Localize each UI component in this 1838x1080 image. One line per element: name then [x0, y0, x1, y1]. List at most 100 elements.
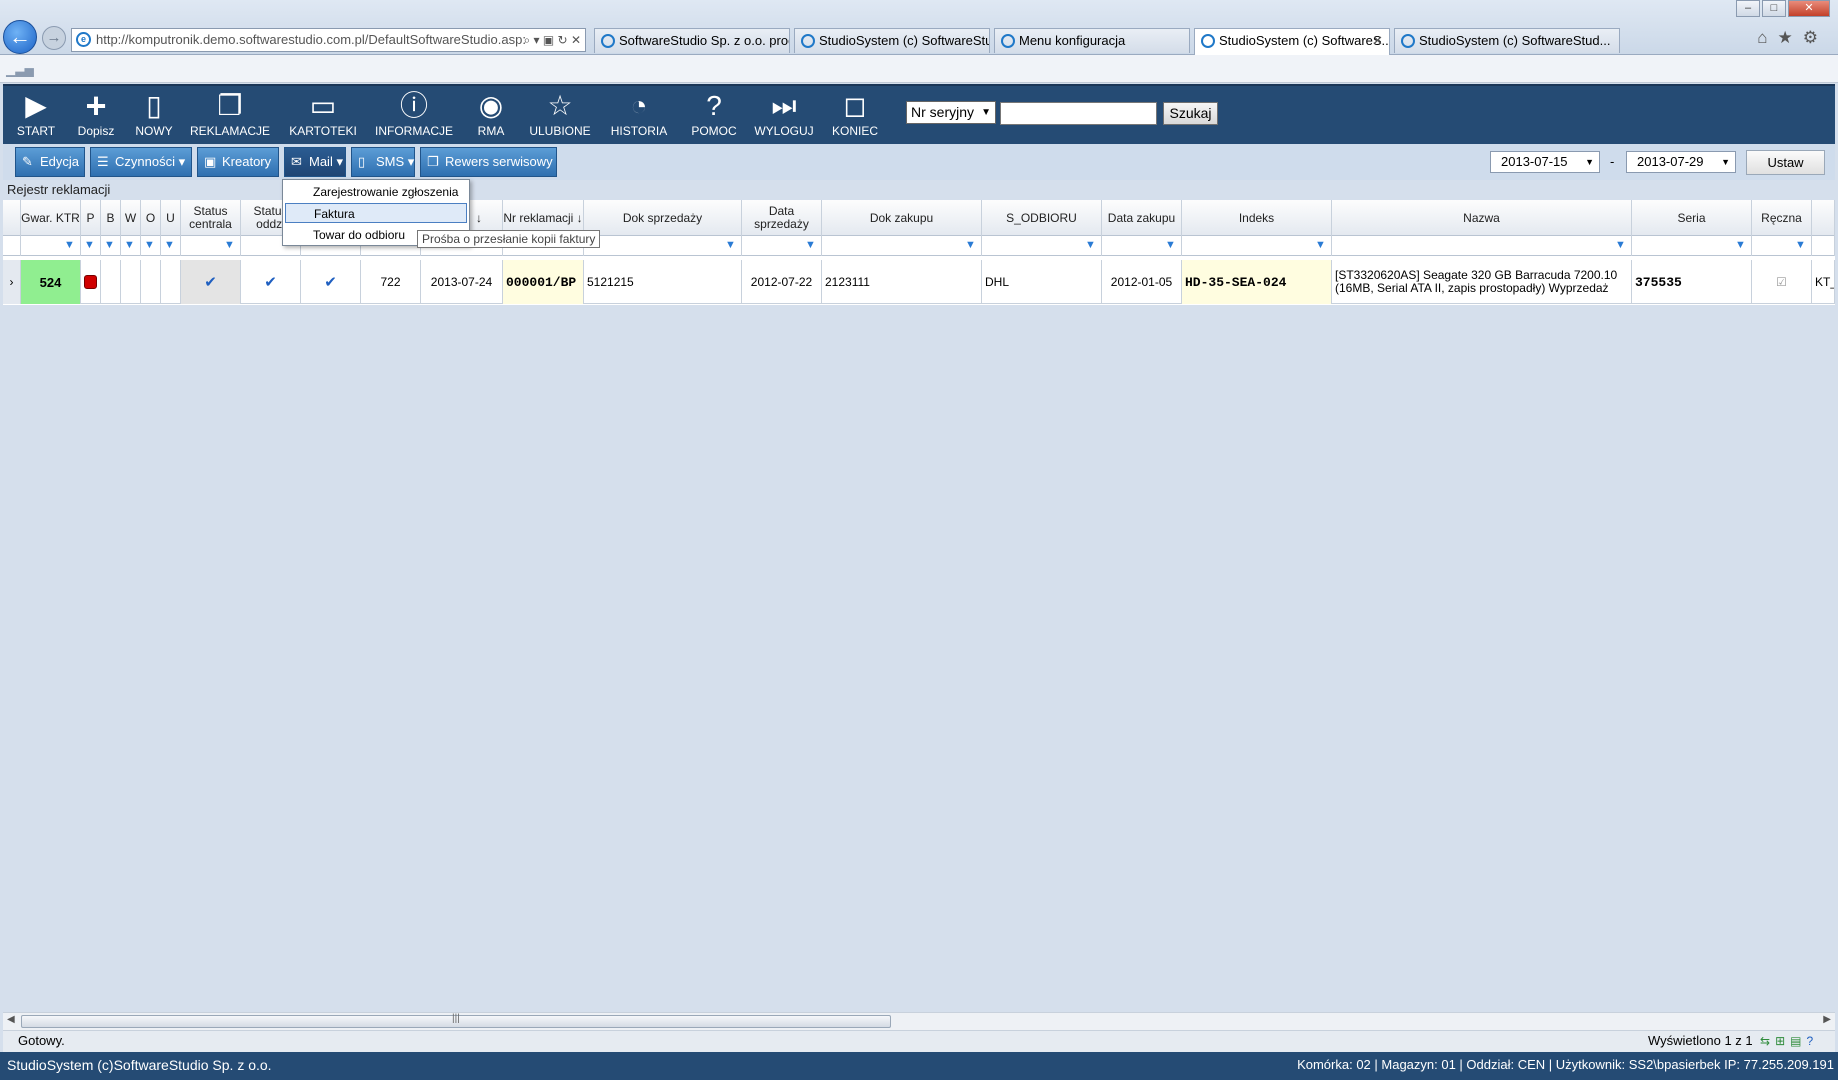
header-b[interactable]: B: [101, 200, 121, 236]
filter-icon[interactable]: ▼: [124, 240, 136, 251]
table-row[interactable]: › 524 ✔ ✔ ✔ 722 2013-07-24 000001/BP 512…: [3, 260, 1835, 304]
filter-icon[interactable]: ▼: [1735, 240, 1747, 251]
filter-icon[interactable]: ▼: [1165, 240, 1177, 251]
plus-icon: +: [85, 85, 107, 126]
back-button[interactable]: ←: [3, 20, 37, 54]
search-input[interactable]: [1000, 102, 1157, 125]
scrollbar-thumb[interactable]: |||: [21, 1013, 891, 1028]
start-button[interactable]: ▶ START: [11, 86, 61, 144]
reklamacje-button[interactable]: ❐ REKLAMACJE: [187, 86, 273, 144]
search-field-select[interactable]: Nr seryjny ▼: [906, 101, 996, 124]
ulubione-button[interactable]: ☆ ULUBIONE: [525, 86, 595, 144]
filter-icon[interactable]: ▼: [104, 240, 116, 251]
filter-icon[interactable]: ▼: [805, 240, 817, 251]
nowy-button[interactable]: ▯ NOWY: [129, 86, 179, 144]
filter-icon[interactable]: ▼: [725, 240, 737, 251]
date-to-select[interactable]: 2013-07-29 ▼: [1626, 151, 1736, 173]
address-bar[interactable]: e http://komputronik.demo.softwarestudio…: [71, 28, 586, 52]
edycja-button[interactable]: ✎ Edycja: [15, 147, 85, 177]
search-button[interactable]: Szukaj: [1163, 102, 1218, 125]
filter-icon[interactable]: ▼: [84, 240, 96, 251]
close-window-icon[interactable]: ✕: [1788, 0, 1830, 17]
header-cell[interactable]: [1812, 200, 1835, 236]
browser-tab[interactable]: StudioSystem (c) SoftwareStud...: [1394, 28, 1620, 53]
document-icon: ▯: [146, 90, 162, 121]
header-indeks[interactable]: Indeks: [1182, 200, 1332, 236]
header-gwar[interactable]: Gwar. KTR: [21, 200, 81, 236]
filter-icon[interactable]: ▼: [1795, 240, 1807, 251]
filter-icon[interactable]: ▼: [965, 240, 977, 251]
header-dok-zakupu[interactable]: Dok zakupu: [822, 200, 982, 236]
browser-tab[interactable]: Menu konfiguracja: [994, 28, 1190, 53]
refresh-icon[interactable]: ⇆: [1760, 1034, 1775, 1048]
header-status-centrala[interactable]: Status centrala: [181, 200, 241, 236]
rewers-serwisowy-button[interactable]: ❐ Rewers serwisowy: [420, 147, 557, 177]
filter-icon[interactable]: ▼: [1315, 240, 1327, 251]
filter-cell: ▼: [1632, 236, 1752, 256]
browser-tab-active[interactable]: StudioSystem (c) SoftwareS... ✕: [1194, 28, 1390, 55]
date-from-select[interactable]: 2013-07-15 ▼: [1490, 151, 1600, 173]
filter-icon[interactable]: ▼: [164, 240, 176, 251]
header-data-sprzedazy[interactable]: Data sprzedaży: [742, 200, 822, 236]
header-seria[interactable]: Seria: [1632, 200, 1752, 236]
header-s-odbioru[interactable]: S_ODBIORU: [982, 200, 1102, 236]
ie-icon: [1401, 34, 1415, 48]
cell-reczna-checkbox[interactable]: ☑: [1752, 260, 1812, 304]
kartoteki-button[interactable]: ▭ KARTOTEKI: [285, 86, 361, 144]
historia-button[interactable]: ◔ HISTORIA: [605, 86, 673, 144]
filter-icon[interactable]: ▼: [64, 240, 76, 251]
czynnosci-button[interactable]: ☰ Czynności ▾: [90, 147, 192, 177]
address-tools-icon[interactable]: ⌕ ▾ ▣ ↻ ✕: [523, 29, 581, 51]
header-dok-sprzedazy[interactable]: Dok sprzedaży: [584, 200, 742, 236]
header-reczna[interactable]: Ręczna: [1752, 200, 1812, 236]
play-icon: ▶: [25, 90, 47, 121]
export-icon[interactable]: ▤: [1790, 1034, 1806, 1048]
ustaw-button[interactable]: Ustaw: [1746, 150, 1825, 175]
settings-gear-icon[interactable]: ⚙: [1803, 28, 1828, 47]
koniec-button[interactable]: ◻ KONIEC: [826, 86, 884, 144]
menu-item-faktura[interactable]: Faktura: [285, 203, 467, 223]
minimize-icon[interactable]: –: [1736, 0, 1760, 17]
pomoc-button[interactable]: ? POMOC: [686, 86, 742, 144]
kreatory-button[interactable]: ▣ Kreatory: [197, 147, 279, 177]
favorites-star-icon[interactable]: ★: [1778, 28, 1803, 47]
ie-icon: [1001, 34, 1015, 48]
sms-button[interactable]: ▯ SMS ▾: [351, 147, 415, 177]
menu-item-zarejestrowanie[interactable]: Zarejestrowanie zgłoszenia: [285, 182, 467, 202]
mail-button[interactable]: ✉ Mail ▾: [284, 147, 346, 177]
dopisz-button[interactable]: + Dopisz: [69, 86, 123, 144]
forward-button[interactable]: →: [42, 26, 66, 50]
header-u[interactable]: U: [161, 200, 181, 236]
scroll-right-icon[interactable]: ▶: [1823, 1014, 1831, 1025]
scroll-left-icon[interactable]: ◀: [7, 1014, 15, 1025]
close-tab-icon[interactable]: ✕: [1372, 29, 1383, 53]
filter-icon[interactable]: ▼: [1615, 240, 1627, 251]
maximize-icon[interactable]: □: [1762, 0, 1786, 17]
header-o[interactable]: O: [141, 200, 161, 236]
informacje-button[interactable]: ⓘ INFORMACJE: [373, 86, 455, 144]
browser-tab[interactable]: SoftwareStudio Sp. z o.o. prod...: [594, 28, 790, 53]
filter-cell: ▼: [1182, 236, 1332, 256]
horizontal-scrollbar[interactable]: ◀ ||| ▶: [3, 1012, 1835, 1030]
header-p[interactable]: P: [81, 200, 101, 236]
home-icon[interactable]: ⌂: [1757, 28, 1777, 47]
filter-cell: ▼: [161, 236, 181, 256]
logout-icon: ⏭: [771, 90, 797, 121]
wyloguj-button[interactable]: ⏭ WYLOGUJ: [751, 86, 817, 144]
header-w[interactable]: W: [121, 200, 141, 236]
browser-home-favorites-tools[interactable]: ⌂★⚙: [1757, 28, 1828, 48]
section-title: Rejestr reklamacji: [7, 182, 111, 197]
add-icon[interactable]: ⊞: [1775, 1034, 1790, 1048]
filter-cell: ▼: [982, 236, 1102, 256]
row-expander-icon[interactable]: ›: [3, 260, 21, 304]
rma-button[interactable]: ◉ RMA: [469, 86, 513, 144]
filter-icon[interactable]: ▼: [1085, 240, 1097, 251]
browser-tab[interactable]: StudioSystem (c) SoftwareStud...: [794, 28, 990, 53]
help-icon[interactable]: ?: [1806, 1034, 1818, 1048]
filter-icon[interactable]: ▼: [224, 240, 236, 251]
header-data-zakupu[interactable]: Data zakupu: [1102, 200, 1182, 236]
filter-icon[interactable]: ▼: [144, 240, 156, 251]
header-nazwa[interactable]: Nazwa: [1332, 200, 1632, 236]
chevron-down-icon: ▾: [332, 154, 343, 169]
date-separator: -: [1610, 154, 1615, 169]
